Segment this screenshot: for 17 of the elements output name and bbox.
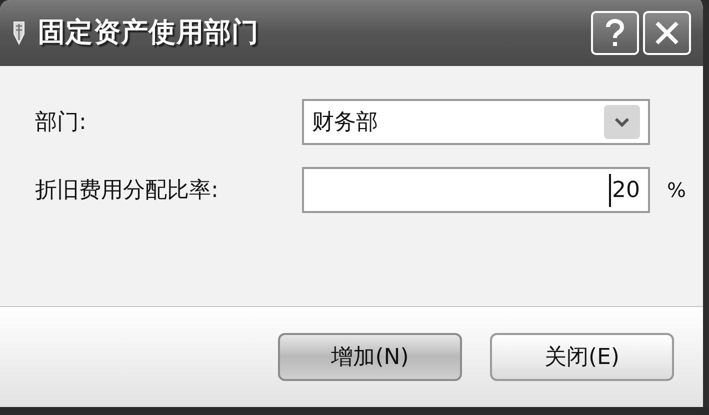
close-icon <box>654 20 680 46</box>
rate-input-field[interactable]: 20 <box>302 167 650 213</box>
dialog-button[interactable]: 关闭(E) <box>490 333 674 381</box>
unit-label: % <box>667 177 686 204</box>
field-label: 折旧费用分配比率: <box>35 176 220 204</box>
dropdown-arrow-button[interactable] <box>604 105 640 139</box>
chevron-down-icon <box>614 117 630 127</box>
window-title: 固定资产使用部门 <box>38 16 260 50</box>
close-button[interactable] <box>643 11 691 55</box>
department-dropdown[interactable]: 财务部 <box>302 99 650 145</box>
dropdown-value: 财务部 <box>312 108 379 136</box>
app-icon <box>12 20 26 46</box>
field-label: 部门: <box>35 108 88 136</box>
help-button[interactable] <box>591 11 639 55</box>
help-icon <box>604 18 626 48</box>
dialog-button[interactable]: 增加(N) <box>278 333 462 381</box>
input-value: 20 <box>609 174 640 206</box>
